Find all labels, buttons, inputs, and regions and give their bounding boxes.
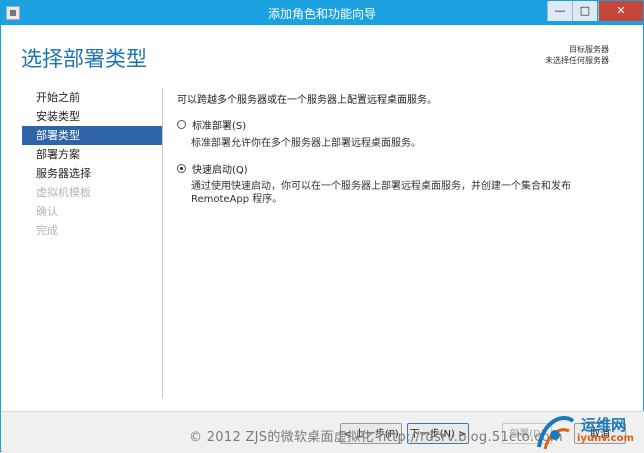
wizard-steps-sidebar: 开始之前 安装类型 部署类型 部署方案 服务器选择 虚拟机模板 确认 完成: [22, 88, 163, 398]
step-confirmation: 确认: [36, 205, 58, 218]
minimize-button[interactable]: —: [547, 1, 572, 21]
step-server-selection[interactable]: 服务器选择: [22, 164, 162, 183]
site-logo: 运维网 iyunv.com: [533, 409, 643, 453]
standard-deployment-label[interactable]: 标准部署(S): [192, 117, 246, 132]
main-content: 可以跨越多个服务器或在一个服务器上配置远程桌面服务。 标准部署(S) 标准部署允…: [177, 91, 627, 205]
target-server-info: 目标服务器 未选择任何服务器: [545, 44, 609, 66]
radio-quick-start[interactable]: [177, 163, 186, 173]
intro-text: 可以跨越多个服务器或在一个服务器上配置远程桌面服务。: [177, 95, 437, 106]
maximize-button[interactable]: □: [572, 1, 597, 21]
step-deployment-scenario[interactable]: 部署方案: [22, 145, 162, 164]
step-before-you-begin[interactable]: 开始之前: [22, 88, 162, 107]
close-button[interactable]: ✕: [598, 1, 643, 21]
wizard-window: 添加角色和功能向导 — □ ✕ 选择部署类型 目标服务器 未选择任何服务器 开始…: [0, 0, 644, 453]
title-bar[interactable]: 添加角色和功能向导 — □ ✕: [1, 1, 643, 25]
logo-mark-icon: [537, 416, 575, 450]
standard-deployment-option[interactable]: 标准部署(S): [177, 116, 246, 132]
copyright-watermark: © 2012 ZJS的微软桌面虚拟化 http://rdsrv.blog.51c…: [189, 430, 564, 445]
quick-start-label[interactable]: 快速启动(Q): [192, 161, 248, 176]
target-server-label: 目标服务器: [569, 45, 609, 54]
standard-deployment-description: 标准部署允许你在多个服务器上部署远程桌面服务。: [191, 138, 421, 149]
page-title: 选择部署类型: [21, 47, 147, 71]
quick-start-description: 通过使用快速启动，你可以在一个服务器上部署远程桌面服务，并创建一个集合和发布 R…: [191, 181, 571, 205]
step-deployment-type[interactable]: 部署类型: [22, 126, 162, 145]
target-server-value: 未选择任何服务器: [545, 56, 609, 65]
logo-url-text: iyunv.com: [577, 433, 634, 444]
logo-brand-text: 运维网: [581, 416, 627, 434]
quick-start-option[interactable]: 快速启动(Q): [177, 160, 248, 176]
radio-standard-deployment[interactable]: [177, 119, 186, 129]
step-vm-template: 虚拟机模板: [36, 186, 91, 199]
step-completion: 完成: [36, 224, 58, 237]
step-installation-type[interactable]: 安装类型: [22, 107, 162, 126]
